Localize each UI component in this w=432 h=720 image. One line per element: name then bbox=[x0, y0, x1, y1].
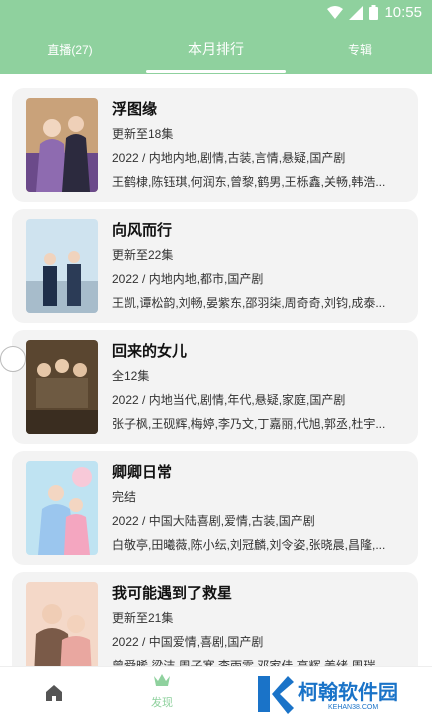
signal-icon bbox=[349, 5, 364, 20]
item-meta: 2022 / 内地内地,都市,国产剧 bbox=[112, 272, 264, 286]
item-title: 向风而行 bbox=[112, 222, 173, 239]
item-cast: 白敬亭,田曦薇,陈小纭,刘冠麟,刘令姿,张晓晨,昌隆,... bbox=[112, 538, 386, 552]
nav-discover-label: 发现 bbox=[151, 697, 173, 709]
status-time: 10:55 bbox=[384, 4, 422, 21]
item-title: 浮图缘 bbox=[112, 101, 158, 118]
watermark-text: 柯翰软件园 bbox=[298, 682, 398, 704]
tab-bar: 直播(27) 本月排行 专辑 bbox=[0, 24, 432, 74]
item-meta: 2022 / 中国大陆喜剧,爱情,古装,国产剧 bbox=[112, 514, 315, 528]
item-status: 更新至22集 bbox=[112, 248, 174, 262]
tab-albums[interactable]: 专辑 bbox=[320, 24, 400, 74]
ranking-list: 浮图缘 更新至18集 2022 / 内地内地,剧情,古装,言情,悬疑,国产剧 王… bbox=[0, 74, 432, 666]
watermark-logo bbox=[258, 676, 294, 714]
item-status: 全12集 bbox=[112, 369, 150, 383]
item-cast: 王凯,谭松韵,刘畅,晏紫东,邵羽柒,周奇奇,刘钧,成泰... bbox=[112, 296, 386, 310]
list-item[interactable]: 回来的女儿 全12集 2022 / 内地当代,剧情,年代,悬疑,家庭,国产剧 张… bbox=[12, 330, 418, 444]
item-status: 更新至21集 bbox=[112, 611, 174, 625]
poster-image bbox=[26, 219, 98, 313]
watermark: 柯翰软件园 KEHAN38.COM bbox=[250, 670, 426, 716]
nav-discover[interactable]: 发现 bbox=[140, 673, 184, 713]
item-title: 卿卿日常 bbox=[112, 464, 173, 481]
watermark-url: KEHAN38.COM bbox=[328, 704, 379, 711]
item-cast: 曾舜晞,梁洁,周子寒,李雨霏,邓家佳,高辉,姜绪,周瑞 bbox=[112, 659, 376, 666]
item-status: 完结 bbox=[112, 490, 137, 504]
item-cast: 张子枫,王砚辉,梅婷,李乃文,丁嘉丽,代旭,郭丞,杜宇... bbox=[112, 417, 386, 431]
poster-image bbox=[26, 582, 98, 666]
active-tab-indicator bbox=[146, 70, 286, 73]
list-item[interactable]: 向风而行 更新至22集 2022 / 内地内地,都市,国产剧 王凯,谭松韵,刘畅… bbox=[12, 209, 418, 323]
list-item[interactable]: 卿卿日常 完结 2022 / 中国大陆喜剧,爱情,古装,国产剧 白敬亭,田曦薇,… bbox=[12, 451, 418, 565]
poster-image bbox=[26, 340, 98, 434]
home-icon[interactable] bbox=[44, 683, 64, 703]
item-title: 回来的女儿 bbox=[112, 343, 188, 360]
item-meta: 2022 / 内地内地,剧情,古装,言情,悬疑,国产剧 bbox=[112, 151, 346, 165]
item-meta: 2022 / 中国爱情,喜剧,国产剧 bbox=[112, 635, 264, 649]
item-status: 更新至18集 bbox=[112, 127, 174, 141]
list-item[interactable]: 我可能遇到了救星 更新至21集 2022 / 中国爱情,喜剧,国产剧 曾舜晞,梁… bbox=[12, 572, 418, 666]
wifi-icon bbox=[327, 5, 344, 19]
item-title: 我可能遇到了救星 bbox=[112, 585, 233, 602]
poster-image bbox=[26, 461, 98, 555]
tab-monthly-ranking[interactable]: 本月排行 bbox=[146, 24, 286, 74]
status-icons: 10:55 bbox=[327, 4, 422, 21]
item-cast: 王鹤棣,陈钰琪,何润东,曾黎,鹤男,王栎鑫,关畅,韩浩... bbox=[112, 175, 386, 189]
list-item[interactable]: 浮图缘 更新至18集 2022 / 内地内地,剧情,古装,言情,悬疑,国产剧 王… bbox=[12, 88, 418, 202]
item-meta: 2022 / 内地当代,剧情,年代,悬疑,家庭,国产剧 bbox=[112, 393, 346, 407]
floating-handle[interactable] bbox=[0, 346, 26, 372]
crown-icon bbox=[154, 674, 170, 686]
status-bar: 10:55 bbox=[0, 0, 432, 24]
battery-icon bbox=[369, 5, 379, 20]
poster-image bbox=[26, 98, 98, 192]
tab-live[interactable]: 直播(27) bbox=[20, 24, 120, 74]
